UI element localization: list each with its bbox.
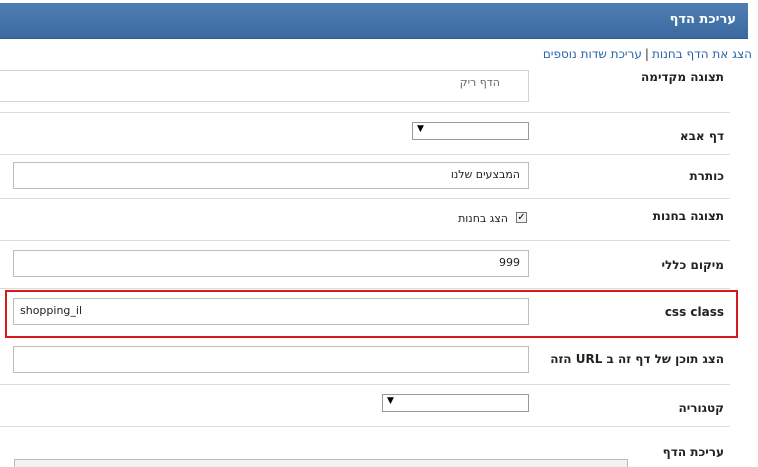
- link-separator: |: [644, 47, 649, 61]
- category-row: קטגוריה ▼: [0, 384, 730, 427]
- title-row: כותרת המבצעים שלנו: [0, 154, 730, 199]
- show-in-store-checkbox[interactable]: ✓: [516, 212, 527, 223]
- edit-extra-fields-link[interactable]: עריכת שדות נוספים: [543, 47, 642, 61]
- show-in-store-link[interactable]: הצג את הדף בחנות: [652, 47, 752, 61]
- page-title: עריכת הדף: [669, 12, 736, 27]
- url-content-input[interactable]: [13, 346, 529, 373]
- title-label: כותרת: [689, 169, 724, 183]
- url-content-row: הצג תוכן של דף זה ב URL הזה: [0, 338, 730, 385]
- store-display-row: תצוגה בחנות ✓ הצג בחנות: [0, 198, 730, 241]
- parent-page-row: דף אבא ▼: [0, 112, 730, 155]
- preview-label: תצוגה מקדימה: [641, 70, 724, 84]
- url-content-label: הצג תוכן של דף זה ב URL הזה: [550, 352, 724, 366]
- top-links: הצג את הדף בחנות|עריכת שדות נוספים: [543, 47, 752, 61]
- parent-page-label: דף אבא: [679, 129, 724, 143]
- title-input[interactable]: המבצעים שלנו: [13, 162, 529, 189]
- position-label: מיקום כללי: [661, 258, 724, 272]
- triangle-down-icon: ▼: [417, 124, 424, 134]
- preview-empty-text: הדף ריק: [459, 76, 500, 89]
- store-display-label: תצוגה בחנות: [652, 209, 724, 223]
- parent-page-select[interactable]: ▼: [412, 122, 529, 140]
- triangle-down-icon: ▼: [387, 396, 394, 406]
- position-row: מיקום כללי 999: [0, 240, 730, 289]
- preview-box: הדף ריק: [0, 70, 529, 102]
- category-label: קטגוריה: [678, 401, 724, 415]
- page-header: עריכת הדף: [0, 3, 748, 39]
- page-edit-label: עריכת הדף: [662, 445, 724, 459]
- position-input[interactable]: 999: [13, 250, 529, 277]
- checkmark-icon: ✓: [517, 212, 526, 223]
- preview-row: תצוגה מקדימה הדף ריק: [0, 64, 730, 113]
- css-class-highlight-box: [5, 290, 738, 338]
- show-in-store-checkbox-label: הצג בחנות: [458, 212, 508, 225]
- category-select[interactable]: ▼: [382, 394, 529, 412]
